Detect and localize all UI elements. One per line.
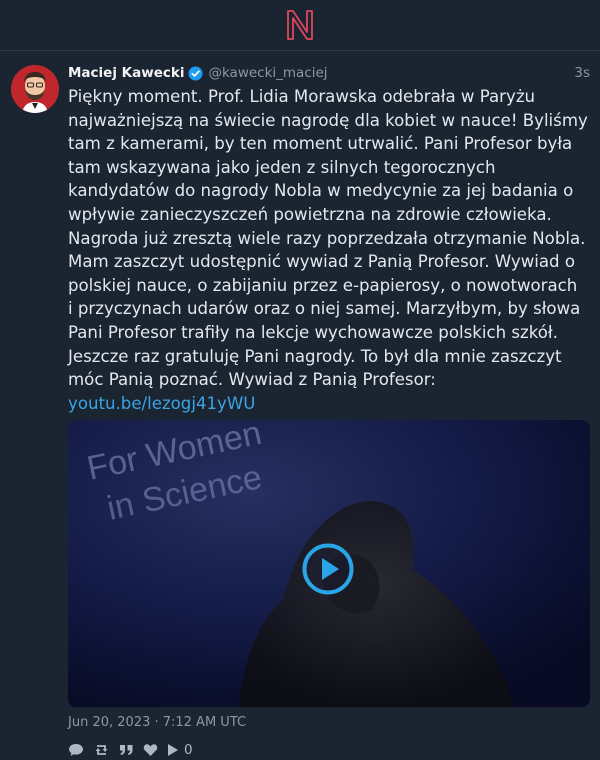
comment-icon bbox=[69, 744, 83, 757]
play-button-icon[interactable] bbox=[302, 543, 354, 595]
post-actions: 0 bbox=[68, 742, 590, 758]
quote-button[interactable] bbox=[119, 743, 134, 757]
heart-icon bbox=[143, 744, 158, 757]
play-icon bbox=[168, 744, 178, 757]
like-button[interactable] bbox=[143, 743, 158, 757]
post: Maciej Kawecki @kawecki_maciej 3s Piękny… bbox=[0, 51, 600, 758]
n-logo-icon[interactable] bbox=[285, 8, 315, 42]
views-count: 0 bbox=[184, 742, 193, 759]
post-timestamp[interactable]: Jun 20, 2023 · 7:12 AM UTC bbox=[68, 715, 590, 730]
post-text: Piękny moment. Prof. Lidia Morawska odeb… bbox=[68, 87, 588, 390]
post-time[interactable]: 3s bbox=[574, 65, 590, 81]
post-header: Maciej Kawecki @kawecki_maciej 3s bbox=[68, 64, 590, 82]
author-name[interactable]: Maciej Kawecki bbox=[68, 65, 184, 81]
top-bar bbox=[0, 0, 600, 51]
verified-badge-icon bbox=[188, 65, 203, 81]
retweet-icon bbox=[95, 745, 108, 756]
video-thumbnail[interactable]: For Women in Science bbox=[68, 420, 590, 708]
reply-button[interactable] bbox=[68, 743, 84, 757]
post-link[interactable]: youtu.be/lezogj41yWU bbox=[68, 392, 590, 416]
author-handle[interactable]: @kawecki_maciej bbox=[208, 65, 327, 81]
views-counter[interactable]: 0 bbox=[167, 742, 193, 758]
quote-icon bbox=[120, 745, 133, 756]
avatar[interactable] bbox=[11, 65, 59, 113]
repost-button[interactable] bbox=[93, 743, 110, 757]
